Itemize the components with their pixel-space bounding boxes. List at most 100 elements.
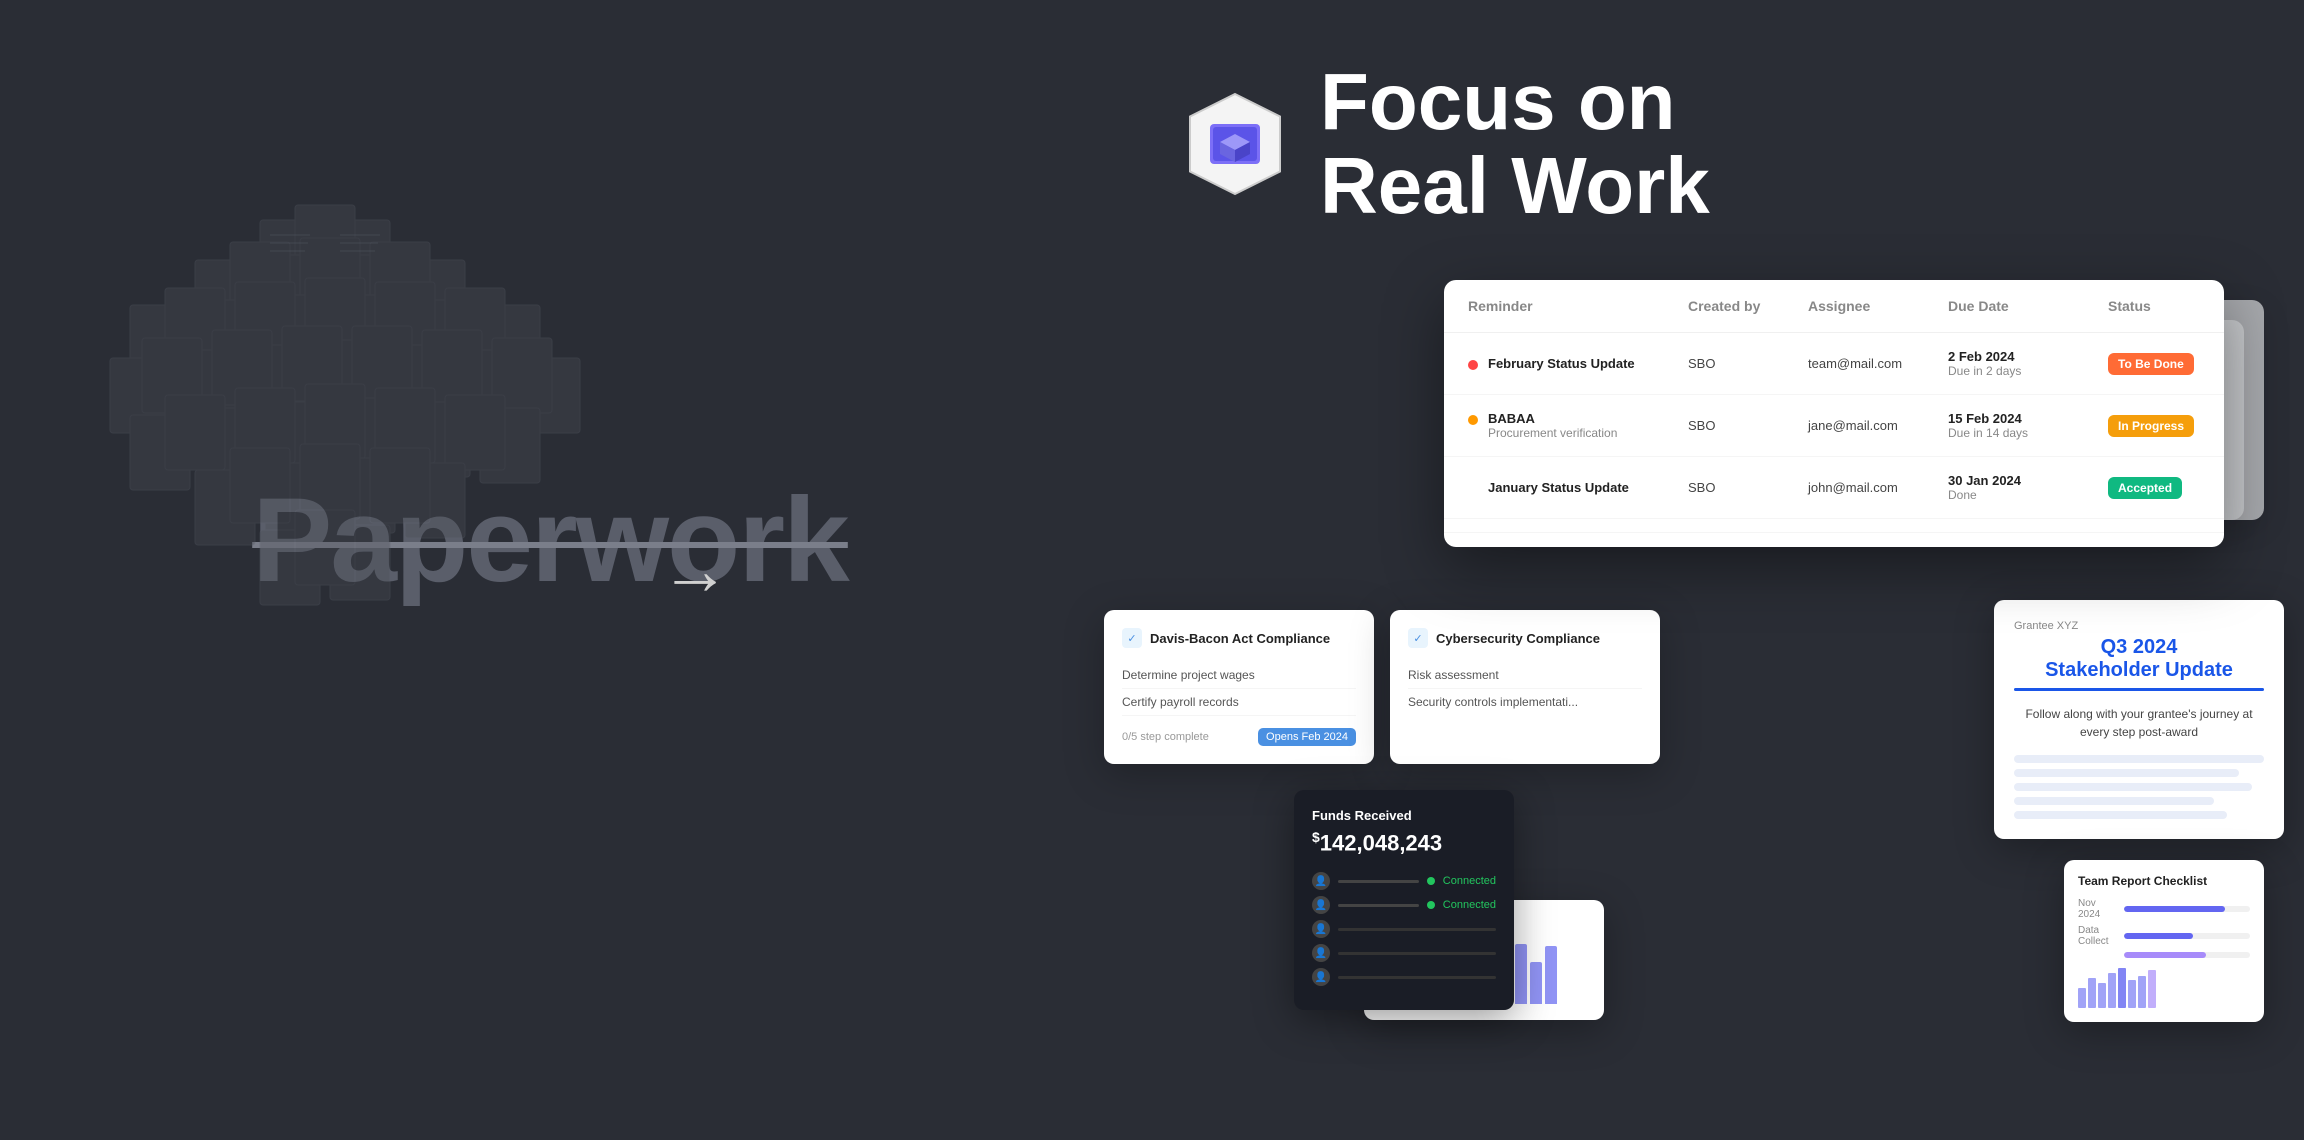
compliance-title-2: Cybersecurity Compliance xyxy=(1436,631,1600,646)
left-panel: Paperwork xyxy=(0,0,1100,1140)
reminder-sub-2: Procurement verification xyxy=(1488,426,1617,440)
compliance-title-row-1: ✓ Davis-Bacon Act Compliance xyxy=(1122,628,1356,648)
brand-header: Focus on Real Work xyxy=(1180,60,1710,228)
table-row: BABAA Procurement verification SBO jane@… xyxy=(1444,395,2224,457)
compliance-item-1-2: Certify payroll records xyxy=(1122,689,1356,716)
table-row: January Status Update SBO john@mail.com … xyxy=(1444,457,2224,519)
mini-bar-2 xyxy=(2088,978,2096,1008)
connection-row-2: 👤 Connected xyxy=(1312,896,1496,914)
ntia-bar-10 xyxy=(1515,944,1527,1004)
grantee-line-3 xyxy=(2014,783,2252,791)
report-bar-fill-1 xyxy=(2124,906,2225,912)
report-bar-fill-2 xyxy=(2124,933,2193,939)
conn-label-2: Connected xyxy=(1443,899,1496,911)
table-row: February Status Update SBO team@mail.com… xyxy=(1444,333,2224,395)
grantee-label: Grantee XYZ xyxy=(2014,620,2264,632)
user-icon-4: 👤 xyxy=(1312,944,1330,962)
compliance-card-davis-bacon: ✓ Davis-Bacon Act Compliance Determine p… xyxy=(1104,610,1374,764)
user-icon-2: 👤 xyxy=(1312,896,1330,914)
mini-bar-3 xyxy=(2098,983,2106,1008)
mini-bar-1 xyxy=(2078,988,2086,1008)
connection-row-3: 👤 xyxy=(1312,920,1496,938)
col-created-by: Created by xyxy=(1688,298,1808,314)
compliance-item-2-2: Security controls implementati... xyxy=(1408,689,1642,715)
compliance-icon-2: ✓ xyxy=(1408,628,1428,648)
user-icon-3: 👤 xyxy=(1312,920,1330,938)
reminder-title-3: January Status Update xyxy=(1488,480,1629,495)
due-date-3: 30 Jan 2024 Done xyxy=(1948,473,2108,502)
mini-bar-5 xyxy=(2118,968,2126,1008)
grantee-line-4 xyxy=(2014,797,2214,805)
assignee-3: john@mail.com xyxy=(1808,480,1948,495)
grantee-content-lines xyxy=(2014,755,2264,819)
team-report-card: Team Report Checklist Nov 2024 Data Coll… xyxy=(2064,860,2264,1022)
created-by-1: SBO xyxy=(1688,356,1808,371)
conn-label-1: Connected xyxy=(1443,875,1496,887)
created-by-3: SBO xyxy=(1688,480,1808,495)
compliance-title-1: Davis-Bacon Act Compliance xyxy=(1150,631,1330,646)
report-bar-fill-3 xyxy=(2124,952,2206,958)
grantee-title: Q3 2024 Stakeholder Update xyxy=(2014,636,2264,682)
empty-row-2 xyxy=(1444,533,2224,547)
ntia-bar-12 xyxy=(1545,946,1557,1004)
conn-line-1 xyxy=(1338,880,1419,883)
step-text-1: 0/5 step complete xyxy=(1122,731,1209,743)
created-by-2: SBO xyxy=(1688,418,1808,433)
reminder-title-2: BABAA xyxy=(1488,411,1617,426)
reminders-table-card: Reminder Created by Assignee Due Date St… xyxy=(1444,280,2224,547)
assignee-1: team@mail.com xyxy=(1808,356,1948,371)
compliance-card-cybersecurity: ✓ Cybersecurity Compliance Risk assessme… xyxy=(1390,610,1660,764)
papers-stack xyxy=(100,200,600,700)
mini-bar-6 xyxy=(2128,980,2136,1008)
conn-line-3 xyxy=(1338,928,1496,931)
report-bar-bg-1 xyxy=(2124,906,2250,912)
col-due-date: Due Date xyxy=(1948,298,2108,314)
compliance-footer-1: 0/5 step complete Opens Feb 2024 xyxy=(1122,728,1356,746)
funds-received-card: Funds Received $142,048,243 👤 Connected … xyxy=(1294,790,1514,1010)
report-bar-label-1: Nov 2024 xyxy=(2078,898,2118,920)
conn-dot-2 xyxy=(1427,901,1435,909)
grantee-line-1 xyxy=(2014,755,2264,763)
mini-bar-7 xyxy=(2138,976,2146,1008)
mini-bar-8 xyxy=(2148,970,2156,1008)
ntia-bar-11 xyxy=(1530,962,1542,1004)
funds-amount: $142,048,243 xyxy=(1312,829,1496,856)
status-cell-1: To Be Done xyxy=(2108,353,2224,375)
funds-label: Funds Received xyxy=(1312,808,1496,823)
compliance-title-row-2: ✓ Cybersecurity Compliance xyxy=(1408,628,1642,648)
status-dot-none xyxy=(1468,484,1478,494)
opens-badge-1: Opens Feb 2024 xyxy=(1258,728,1356,746)
compliance-item-1-1: Determine project wages xyxy=(1122,662,1356,689)
report-bar-label-2: Data Collect xyxy=(2078,925,2118,947)
status-badge-inprogress: In Progress xyxy=(2108,415,2194,437)
table-header-row: Reminder Created by Assignee Due Date St… xyxy=(1444,280,2224,333)
assignee-2: jane@mail.com xyxy=(1808,418,1948,433)
conn-line-5 xyxy=(1338,976,1496,979)
report-mini-chart xyxy=(2078,968,2250,1008)
reminder-cell-2: BABAA Procurement verification xyxy=(1468,411,1688,440)
col-assignee: Assignee xyxy=(1808,298,1948,314)
conn-dot-1 xyxy=(1427,877,1435,885)
compliance-cards-row: ✓ Davis-Bacon Act Compliance Determine p… xyxy=(1104,610,1660,764)
due-date-2: 15 Feb 2024 Due in 14 days xyxy=(1948,411,2108,440)
user-icon-5: 👤 xyxy=(1312,968,1330,986)
connection-row-1: 👤 Connected xyxy=(1312,872,1496,890)
grantee-stakeholder-card: Grantee XYZ Q3 2024 Stakeholder Update F… xyxy=(1994,600,2284,839)
conn-line-4 xyxy=(1338,952,1496,955)
grantee-description: Follow along with your grantee's journey… xyxy=(2014,705,2264,741)
empty-row-1 xyxy=(1444,519,2224,533)
connection-row-5: 👤 xyxy=(1312,968,1496,986)
report-bar-row-3 xyxy=(2078,952,2250,958)
status-dot-orange xyxy=(1468,415,1478,425)
report-bar-bg-3 xyxy=(2124,952,2250,958)
reminder-cell-1: February Status Update xyxy=(1468,356,1688,371)
status-dot-red xyxy=(1468,360,1478,370)
connection-row-4: 👤 xyxy=(1312,944,1496,962)
report-bar-bg-2 xyxy=(2124,933,2250,939)
col-reminder: Reminder xyxy=(1468,298,1688,314)
grantee-line-2 xyxy=(2014,769,2239,777)
status-cell-3: Accepted xyxy=(2108,477,2224,499)
status-badge-accepted: Accepted xyxy=(2108,477,2182,499)
mini-bar-4 xyxy=(2108,973,2116,1008)
reminder-title-1: February Status Update xyxy=(1488,356,1635,371)
